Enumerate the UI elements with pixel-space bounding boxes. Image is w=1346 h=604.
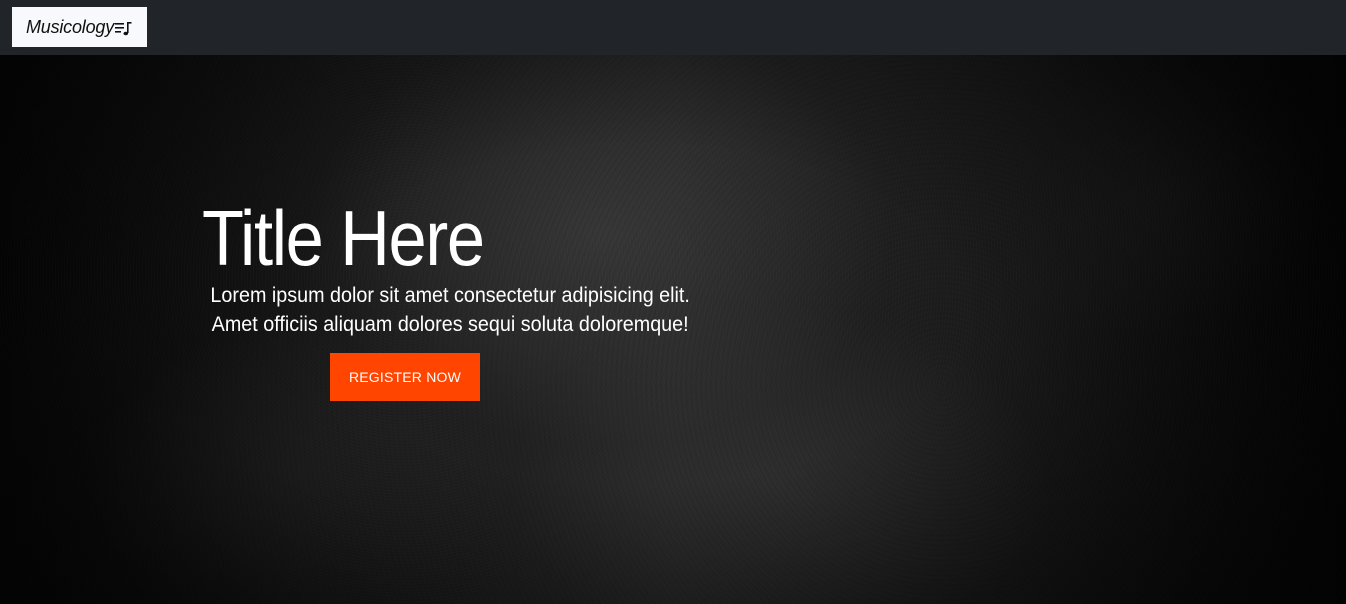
hero-title: Title Here bbox=[202, 194, 485, 282]
hero-subtitle-line-1: Lorem ipsum dolor sit amet consectetur a… bbox=[210, 284, 690, 307]
hero-subtitle-line-2: Amet officiis aliquam dolores sequi solu… bbox=[211, 313, 689, 336]
brand-name: Musicology bbox=[25, 16, 115, 37]
register-now-button[interactable]: REGISTER NOW bbox=[330, 353, 480, 401]
music-playlist-icon bbox=[115, 21, 133, 37]
hero-content: Title Here Lorem ipsum dolor sit amet co… bbox=[202, 194, 762, 401]
brand-logo-link[interactable]: Musicology bbox=[12, 7, 147, 47]
hero-section: Title Here Lorem ipsum dolor sit amet co… bbox=[0, 55, 1346, 604]
top-navbar: Musicology bbox=[0, 0, 1346, 55]
